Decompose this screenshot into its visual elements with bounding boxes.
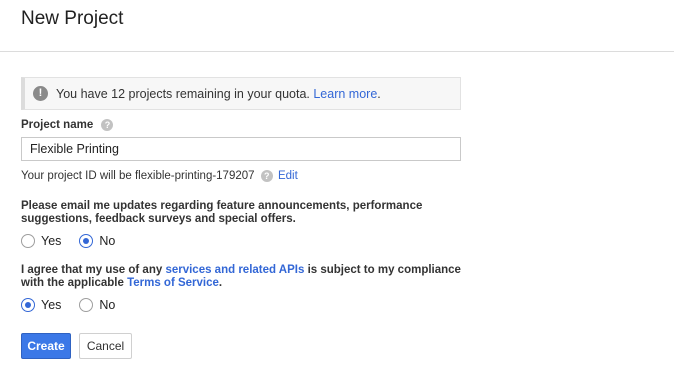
email-updates-question: Please email me updates regarding featur…: [21, 200, 423, 225]
quota-notice-suffix: .: [377, 87, 381, 101]
email-updates-no-radio[interactable]: [79, 234, 94, 248]
project-id-text: Your project ID will be flexible-printin…: [21, 170, 255, 183]
help-icon[interactable]: ?: [101, 119, 114, 131]
terms-of-service-link[interactable]: Terms of Service: [127, 277, 219, 289]
quota-notice-message: You have 12 projects remaining in your q…: [56, 87, 310, 101]
learn-more-link[interactable]: Learn more: [313, 87, 377, 101]
cancel-button[interactable]: Cancel: [79, 333, 132, 359]
edit-project-id-link[interactable]: Edit: [278, 170, 298, 182]
terms-yes-radio[interactable]: [21, 298, 35, 312]
help-icon[interactable]: ?: [260, 170, 273, 182]
project-name-input[interactable]: [21, 137, 461, 161]
email-updates-yes-label[interactable]: Yes: [41, 234, 61, 248]
project-id-row: Your project ID will be flexible-printin…: [21, 170, 298, 182]
terms-no-label[interactable]: No: [99, 298, 115, 312]
terms-no-radio[interactable]: [79, 298, 94, 312]
quota-notice: ! You have 12 projects remaining in your…: [21, 77, 461, 110]
terms-statement: I agree that my use of any services and …: [21, 264, 481, 290]
email-updates-yes-radio[interactable]: [21, 234, 35, 248]
services-apis-link[interactable]: services and related APIs: [165, 264, 304, 276]
terms-yes-label[interactable]: Yes: [41, 298, 61, 312]
header-divider: [0, 51, 674, 52]
create-button[interactable]: Create: [21, 333, 71, 359]
page-title: New Project: [21, 8, 124, 29]
terms-options: Yes No: [21, 297, 133, 313]
terms-text-part1: I agree that my use of any: [21, 264, 166, 276]
info-icon: !: [33, 86, 48, 101]
quota-notice-text: You have 12 projects remaining in your q…: [56, 87, 381, 101]
email-updates-options: Yes No: [21, 233, 133, 249]
project-name-label-row: Project name ?: [21, 119, 114, 132]
terms-text-part3: .: [218, 277, 223, 289]
email-updates-no-label[interactable]: No: [99, 234, 115, 248]
project-name-label: Project name: [21, 119, 94, 132]
